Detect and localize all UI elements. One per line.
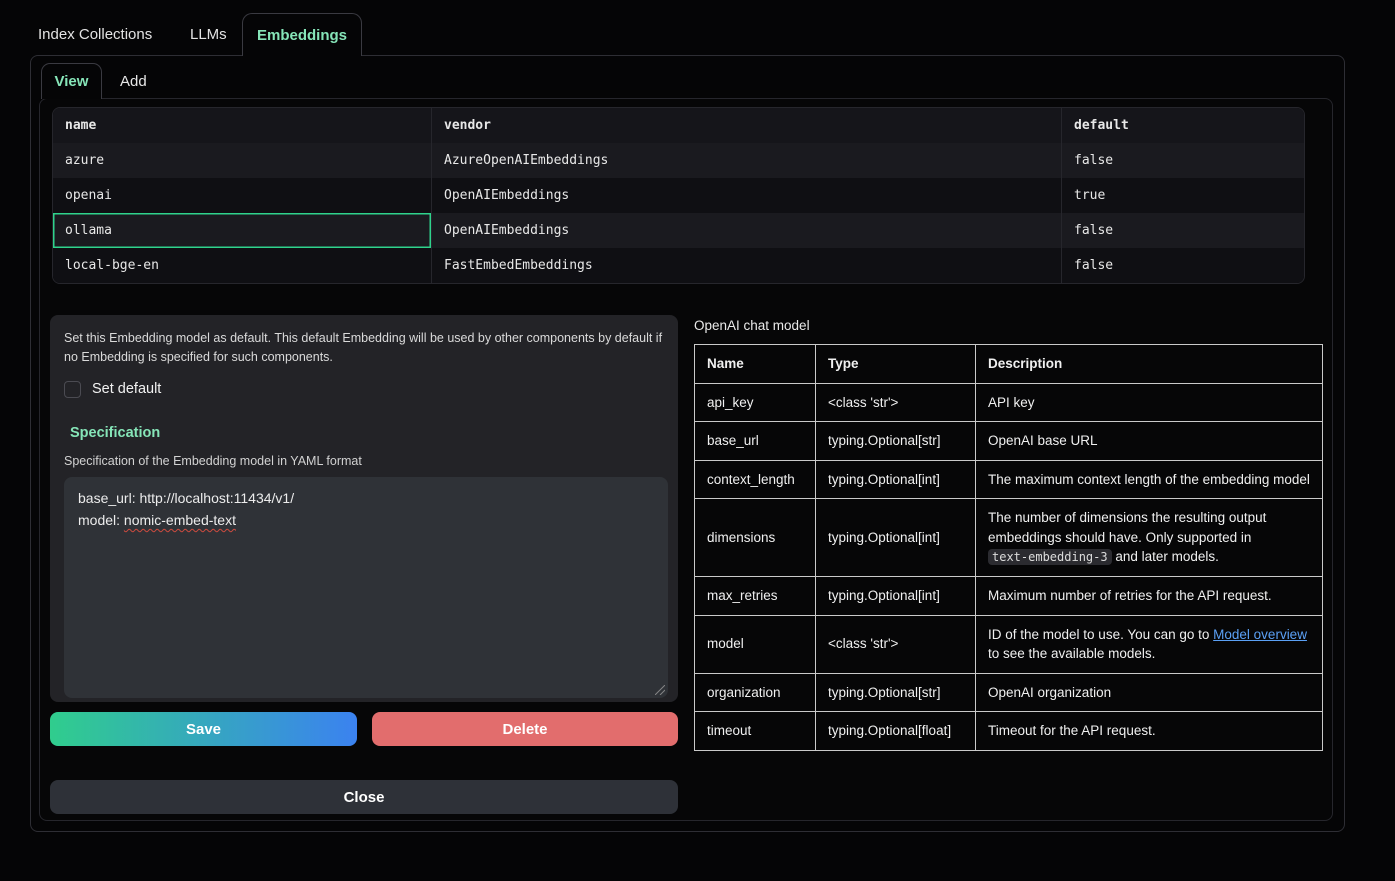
cell-default[interactable]: false: [1061, 213, 1305, 248]
param-description: The number of dimensions the resulting o…: [976, 499, 1323, 577]
param-name: context_length: [695, 460, 816, 499]
tab-add[interactable]: Add: [120, 63, 147, 99]
embeddings-row-azure[interactable]: azureAzureOpenAIEmbeddingsfalse: [53, 143, 1304, 178]
tab-llms[interactable]: LLMs: [190, 13, 227, 56]
param-name: dimensions: [695, 499, 816, 577]
param-type: <class 'str'>: [816, 383, 976, 422]
yaml-line-2: model: nomic-embed-text: [78, 509, 654, 531]
param-type: typing.Optional[int]: [816, 576, 976, 615]
specification-help: Specification of the Embedding model in …: [64, 454, 664, 468]
embeddings-table-body: azureAzureOpenAIEmbeddingsfalseopenaiOpe…: [53, 143, 1304, 283]
param-row-organization: organizationtyping.Optional[str]OpenAI o…: [695, 673, 1323, 712]
column-header-name: name: [53, 108, 431, 143]
tab-embeddings[interactable]: Embeddings: [242, 13, 362, 56]
param-type: typing.Optional[float]: [816, 712, 976, 751]
cell-name[interactable]: ollama: [53, 213, 431, 248]
param-description: ID of the model to use. You can go to Mo…: [976, 615, 1323, 673]
cell-default[interactable]: false: [1061, 248, 1305, 283]
inline-code: text-embedding-3: [988, 549, 1112, 565]
set-default-row: Set default: [64, 381, 664, 398]
model-overview-link[interactable]: Model overview: [1213, 627, 1307, 642]
param-row-timeout: timeouttyping.Optional[float]Timeout for…: [695, 712, 1323, 751]
param-description: The maximum context length of the embedd…: [976, 460, 1323, 499]
param-name: api_key: [695, 383, 816, 422]
embeddings-row-openai[interactable]: openaiOpenAIEmbeddingstrue: [53, 178, 1304, 213]
param-description: OpenAI base URL: [976, 422, 1323, 461]
param-type: typing.Optional[str]: [816, 673, 976, 712]
param-type: typing.Optional[int]: [816, 460, 976, 499]
cell-name[interactable]: local-bge-en: [53, 248, 431, 283]
default-description: Set this Embedding model as default. Thi…: [64, 329, 666, 368]
embeddings-table: name vendor default azureAzureOpenAIEmbe…: [52, 107, 1305, 284]
column-header-default: default: [1061, 108, 1305, 143]
close-button[interactable]: Close: [50, 780, 678, 814]
param-row-max_retries: max_retriestyping.Optional[int]Maximum n…: [695, 576, 1323, 615]
param-type: typing.Optional[str]: [816, 422, 976, 461]
param-description: OpenAI organization: [976, 673, 1323, 712]
param-row-context_length: context_lengthtyping.Optional[int]The ma…: [695, 460, 1323, 499]
param-row-dimensions: dimensionstyping.Optional[int]The number…: [695, 499, 1323, 577]
model-info-body: api_key<class 'str'>API keybase_urltypin…: [695, 383, 1323, 750]
column-header-param-desc: Description: [976, 345, 1323, 384]
param-description: API key: [976, 383, 1323, 422]
model-info-header-row: Name Type Description: [695, 345, 1323, 384]
misspelled-word: nomic-embed-text: [124, 512, 236, 528]
cell-default[interactable]: true: [1061, 178, 1305, 213]
param-name: model: [695, 615, 816, 673]
column-header-param-name: Name: [695, 345, 816, 384]
param-row-base_url: base_urltyping.Optional[str]OpenAI base …: [695, 422, 1323, 461]
param-row-api_key: api_key<class 'str'>API key: [695, 383, 1323, 422]
param-description: Timeout for the API request.: [976, 712, 1323, 751]
model-info-table: Name Type Description api_key<class 'str…: [694, 344, 1323, 751]
set-default-label: Set default: [92, 381, 161, 397]
cell-vendor[interactable]: OpenAIEmbeddings: [431, 213, 1061, 248]
cell-name[interactable]: openai: [53, 178, 431, 213]
param-type: <class 'str'>: [816, 615, 976, 673]
column-header-param-type: Type: [816, 345, 976, 384]
param-row-model: model<class 'str'>ID of the model to use…: [695, 615, 1323, 673]
embeddings-row-ollama[interactable]: ollamaOpenAIEmbeddingsfalse: [53, 213, 1304, 248]
cell-vendor[interactable]: FastEmbedEmbeddings: [431, 248, 1061, 283]
cell-vendor[interactable]: AzureOpenAIEmbeddings: [431, 143, 1061, 178]
embeddings-row-local-bge-en[interactable]: local-bge-enFastEmbedEmbeddingsfalse: [53, 248, 1304, 283]
view-panel: name vendor default azureAzureOpenAIEmbe…: [39, 98, 1333, 821]
param-name: max_retries: [695, 576, 816, 615]
model-info-title: OpenAI chat model: [694, 318, 810, 333]
delete-button[interactable]: Delete: [372, 712, 678, 746]
cell-vendor[interactable]: OpenAIEmbeddings: [431, 178, 1061, 213]
embeddings-table-header: name vendor default: [53, 108, 1304, 143]
set-default-checkbox[interactable]: [64, 381, 81, 398]
main-tab-bar: Index Collections LLMs Embeddings: [0, 0, 1395, 56]
tab-index-collections[interactable]: Index Collections: [38, 13, 152, 56]
cell-default[interactable]: false: [1061, 143, 1305, 178]
tab-view[interactable]: View: [41, 63, 102, 99]
param-name: timeout: [695, 712, 816, 751]
param-type: typing.Optional[int]: [816, 499, 976, 577]
column-header-vendor: vendor: [431, 108, 1061, 143]
app-window: Index Collections LLMs Embeddings View A…: [0, 0, 1395, 881]
specification-title: Specification: [70, 425, 664, 441]
param-description: Maximum number of retries for the API re…: [976, 576, 1323, 615]
resize-handle-icon[interactable]: [655, 685, 665, 695]
yaml-line-1: base_url: http://localhost:11434/v1/: [78, 487, 654, 509]
save-button[interactable]: Save: [50, 712, 357, 746]
param-name: organization: [695, 673, 816, 712]
param-name: base_url: [695, 422, 816, 461]
cell-name[interactable]: azure: [53, 143, 431, 178]
yaml-editor[interactable]: base_url: http://localhost:11434/v1/ mod…: [64, 477, 668, 698]
settings-panel: Set this Embedding model as default. Thi…: [50, 315, 678, 702]
embeddings-panel: View Add name vendor default azureAzureO…: [30, 55, 1345, 832]
